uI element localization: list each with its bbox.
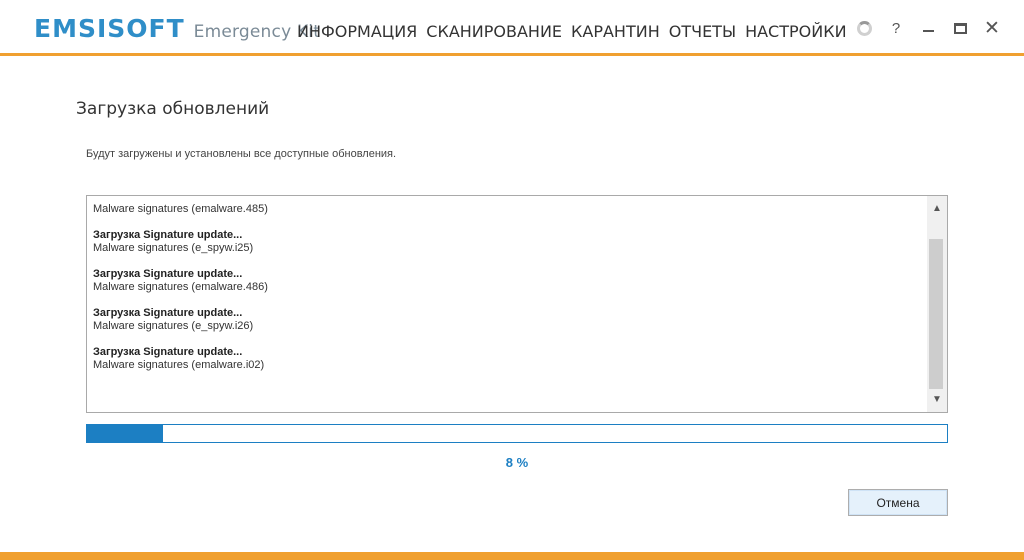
log-scrollbar[interactable]: ▲ ▼	[927, 196, 947, 412]
progress-label: 8 %	[505, 455, 529, 470]
maximize-icon	[953, 22, 967, 34]
log-line: Malware signatures (emalware.485)	[93, 203, 268, 215]
bottom-accent-bar	[0, 552, 1024, 560]
nav-item-quarantine[interactable]: КАРАНТИН	[571, 22, 660, 41]
activity-button[interactable]	[848, 12, 880, 44]
page-description: Будут загружены и установлены все доступ…	[86, 148, 397, 160]
scroll-thumb[interactable]	[929, 239, 943, 389]
log-entry-title: Загрузка Signature update...	[93, 229, 243, 241]
close-icon: ✕	[984, 17, 1000, 39]
spinner-icon	[856, 20, 872, 36]
scroll-up-icon[interactable]: ▲	[927, 200, 947, 217]
log-entry-detail: Malware signatures (emalware.486)	[93, 281, 268, 293]
scroll-down-icon[interactable]: ▼	[927, 391, 947, 408]
update-log[interactable]: Malware signatures (emalware.485) Загруз…	[86, 195, 948, 413]
nav-item-scan[interactable]: СКАНИРОВАНИЕ	[426, 22, 562, 41]
nav-item-info[interactable]: ИНФОРМАЦИЯ	[297, 22, 417, 41]
log-entry-detail: Malware signatures (e_spyw.i25)	[93, 242, 254, 254]
app-logo: EMSISOFT Emergency Kit	[34, 14, 320, 43]
log-entry-title: Загрузка Signature update...	[93, 268, 243, 280]
main-content: Загрузка обновлений Будут загружены и ус…	[0, 59, 1024, 552]
nav-item-reports[interactable]: ОТЧЕТЫ	[669, 22, 736, 41]
help-icon: ?	[891, 19, 901, 37]
cancel-button[interactable]: Отмена	[848, 489, 948, 516]
nav-item-settings[interactable]: НАСТРОЙКИ	[745, 22, 846, 41]
title-bar: EMSISOFT Emergency Kit ИНФОРМАЦИЯ СКАНИР…	[0, 0, 1024, 56]
main-nav: ИНФОРМАЦИЯ СКАНИРОВАНИЕ КАРАНТИН ОТЧЕТЫ …	[297, 22, 856, 41]
window-controls: ? ✕	[848, 0, 1024, 56]
log-entry-title: Загрузка Signature update...	[93, 346, 243, 358]
close-button[interactable]: ✕	[976, 12, 1008, 44]
log-entry-title: Загрузка Signature update...	[93, 307, 243, 319]
log-entry-detail: Malware signatures (e_spyw.i26)	[93, 320, 254, 332]
page-title: Загрузка обновлений	[76, 99, 270, 119]
maximize-button[interactable]	[944, 12, 976, 44]
log-entry-detail: Malware signatures (emalware.i02)	[93, 359, 265, 371]
progress-bar	[86, 424, 948, 443]
log-content: Malware signatures (emalware.485) Загруз…	[93, 203, 923, 372]
minimize-button[interactable]	[912, 12, 944, 44]
minimize-icon	[922, 30, 934, 32]
progress-fill	[87, 425, 163, 442]
help-button[interactable]: ?	[880, 12, 912, 44]
logo-brand: EMSISOFT	[34, 14, 185, 43]
